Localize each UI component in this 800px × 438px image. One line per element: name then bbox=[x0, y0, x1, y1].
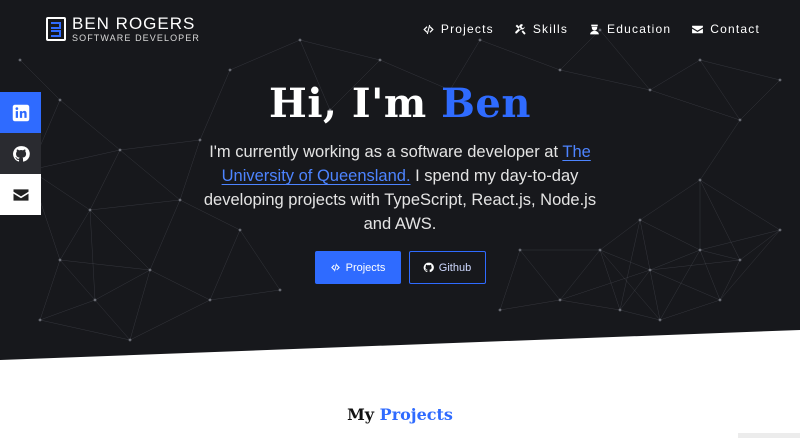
network-line bbox=[209, 289, 281, 301]
hero-name: Ben bbox=[441, 80, 531, 127]
network-line bbox=[619, 309, 661, 321]
network-line bbox=[29, 149, 121, 171]
network-line bbox=[229, 39, 301, 71]
hero-buttons: Projects Github bbox=[0, 251, 800, 284]
network-line bbox=[659, 299, 721, 321]
network-node bbox=[208, 298, 212, 302]
network-node bbox=[178, 198, 182, 202]
code-icon bbox=[423, 24, 434, 34]
brand-name: BEN ROGERS bbox=[72, 14, 196, 33]
projects-button-label: Projects bbox=[345, 261, 386, 274]
network-line bbox=[559, 29, 601, 71]
network-node bbox=[718, 298, 722, 302]
projects-section-title: My Projects bbox=[0, 405, 800, 424]
network-line bbox=[89, 149, 121, 211]
network-node bbox=[128, 338, 132, 342]
network-node bbox=[698, 178, 702, 182]
network-node bbox=[478, 38, 482, 42]
network-line bbox=[559, 299, 621, 311]
network-line bbox=[39, 299, 96, 321]
network-line bbox=[129, 299, 211, 341]
projects-button[interactable]: Projects bbox=[314, 251, 401, 284]
network-node bbox=[558, 68, 562, 72]
brand-logo[interactable]: BEN ROGERS SOFTWARE DEVELOPER bbox=[46, 15, 200, 43]
network-line bbox=[479, 39, 561, 71]
nav-contact[interactable]: Contact bbox=[691, 22, 760, 36]
network-node bbox=[88, 208, 92, 212]
network-node bbox=[18, 58, 22, 62]
network-line bbox=[499, 299, 561, 311]
network-line bbox=[699, 229, 781, 251]
code-icon bbox=[330, 263, 340, 272]
network-node bbox=[778, 228, 782, 232]
github-icon bbox=[12, 145, 30, 162]
main-nav: Projects Skills Education Contact bbox=[422, 22, 760, 36]
network-node bbox=[698, 58, 702, 62]
envelope-icon bbox=[13, 188, 28, 201]
nav-education[interactable]: Education bbox=[588, 22, 671, 36]
network-node bbox=[118, 148, 122, 152]
network-line bbox=[119, 139, 201, 151]
intro-text-before: I'm currently working as a software deve… bbox=[209, 143, 559, 161]
network-line bbox=[699, 119, 741, 181]
network-node bbox=[93, 298, 97, 302]
network-line bbox=[699, 179, 781, 231]
nav-label: Contact bbox=[710, 22, 760, 36]
hero-intro: I'm currently working as a software deve… bbox=[200, 140, 600, 236]
network-line bbox=[94, 299, 131, 341]
github-button-label: Github bbox=[438, 261, 472, 274]
network-line bbox=[119, 149, 181, 201]
network-line bbox=[89, 199, 181, 211]
logo-icon bbox=[46, 17, 66, 41]
network-node bbox=[298, 38, 302, 42]
network-node bbox=[558, 298, 562, 302]
network-line bbox=[39, 319, 131, 341]
network-node bbox=[618, 308, 622, 312]
envelope-icon bbox=[692, 25, 704, 33]
network-node bbox=[498, 308, 502, 312]
github-icon bbox=[423, 262, 434, 273]
nav-projects[interactable]: Projects bbox=[422, 22, 494, 36]
nav-label: Skills bbox=[532, 22, 569, 36]
tools-icon bbox=[515, 23, 526, 34]
github-link[interactable] bbox=[0, 133, 41, 174]
greeting-text: Hi, I'm bbox=[269, 80, 427, 127]
brand-subtitle: SOFTWARE DEVELOPER bbox=[72, 33, 200, 43]
network-node bbox=[278, 288, 282, 292]
network-line bbox=[639, 179, 701, 221]
network-line bbox=[599, 219, 641, 251]
section-title-accent: Projects bbox=[379, 405, 453, 424]
nav-skills[interactable]: Skills bbox=[514, 22, 568, 36]
hero-headline: Hi, I'm Ben bbox=[0, 80, 800, 127]
graduate-icon bbox=[590, 24, 599, 34]
email-link[interactable] bbox=[0, 174, 41, 215]
network-line bbox=[699, 179, 741, 261]
project-card-edge bbox=[738, 433, 800, 438]
network-node bbox=[38, 318, 42, 322]
nav-label: Projects bbox=[440, 22, 494, 36]
section-title-prefix: My bbox=[347, 405, 375, 424]
network-node bbox=[228, 68, 232, 72]
nav-label: Education bbox=[607, 22, 672, 36]
network-line bbox=[639, 219, 701, 251]
network-node bbox=[378, 58, 382, 62]
network-line bbox=[179, 139, 201, 201]
network-node bbox=[658, 318, 662, 322]
github-button[interactable]: Github bbox=[408, 251, 486, 284]
network-line bbox=[299, 39, 381, 61]
network-line bbox=[699, 59, 781, 81]
network-node bbox=[638, 218, 642, 222]
